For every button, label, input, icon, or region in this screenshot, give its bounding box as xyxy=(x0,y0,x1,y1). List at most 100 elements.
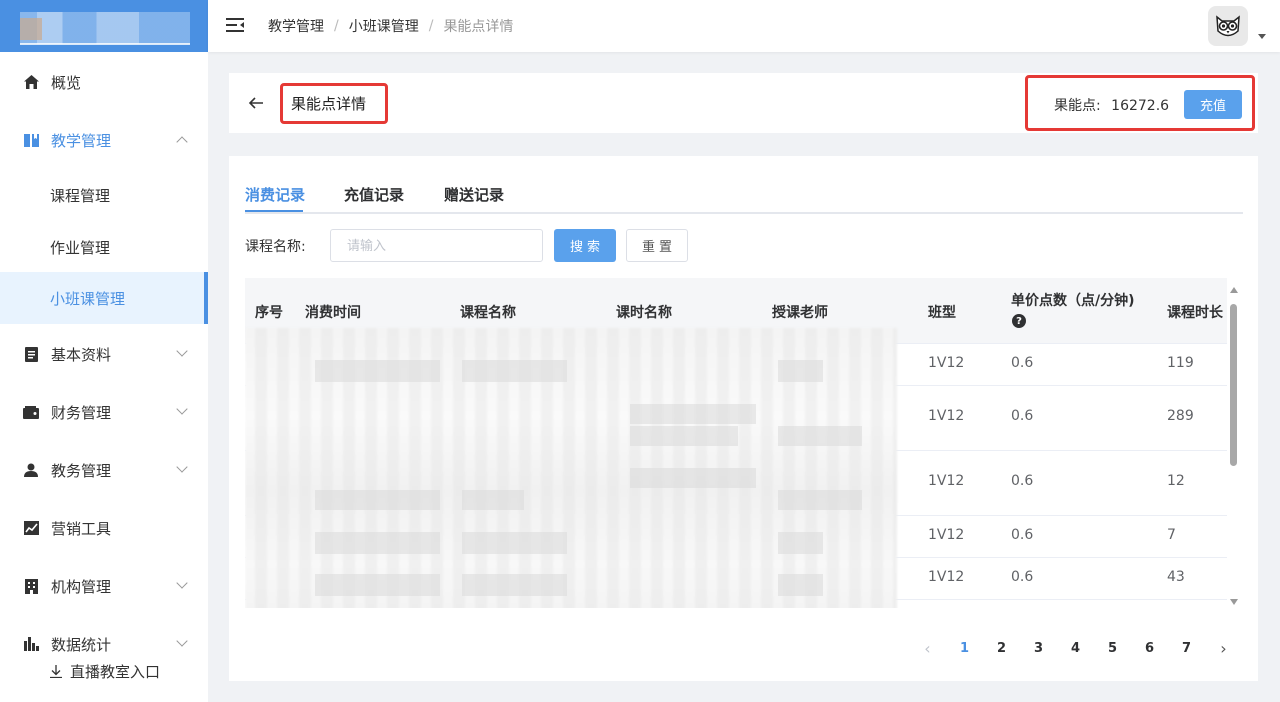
breadcrumb-item[interactable]: 小班课管理 xyxy=(349,16,419,36)
user-icon xyxy=(23,462,39,478)
balance-panel: 果能点: 16272.6 充值 xyxy=(1025,75,1255,131)
column-header: 课程名称 xyxy=(460,305,516,321)
next-page-icon[interactable]: › xyxy=(1205,639,1242,658)
search-button[interactable]: 搜索 xyxy=(554,229,616,262)
menu-toggle-icon[interactable] xyxy=(226,17,244,33)
help-icon[interactable]: ? xyxy=(1012,314,1026,328)
home-icon xyxy=(23,74,39,90)
page-number[interactable]: 1 xyxy=(946,641,983,656)
top-header: 教学管理 / 小班课管理 / 果能点详情 xyxy=(208,0,1280,52)
unit-price-cell: 0.6 xyxy=(1011,473,1034,489)
page-number[interactable]: 2 xyxy=(983,641,1020,656)
balance-label: 果能点: xyxy=(1054,98,1101,114)
chevron-down-icon xyxy=(176,635,188,647)
scroll-up-arrow-icon[interactable] xyxy=(1230,287,1238,293)
caret-down-icon[interactable] xyxy=(1258,34,1266,39)
document-icon xyxy=(23,346,39,362)
scroll-down-arrow-icon[interactable] xyxy=(1230,599,1238,605)
redacted-cell xyxy=(630,426,738,446)
sidebar-item-finance[interactable]: 财务管理 xyxy=(0,384,208,440)
unit-price-cell: 0.6 xyxy=(1011,408,1034,424)
class-type-cell: 1V12 xyxy=(928,527,965,543)
duration-cell: 43 xyxy=(1167,569,1185,585)
course-name-input[interactable] xyxy=(330,229,543,262)
redacted-cell xyxy=(315,574,440,596)
redacted-cell xyxy=(630,468,756,488)
page-title: 果能点详情 xyxy=(280,83,388,124)
redacted-cell xyxy=(630,404,756,424)
page-number[interactable]: 7 xyxy=(1168,641,1205,656)
page-number[interactable]: 5 xyxy=(1094,641,1131,656)
sidebar-item-organization[interactable]: 机构管理 xyxy=(0,558,208,614)
tab-consumption[interactable]: 消费记录 xyxy=(245,184,305,205)
pagination: ‹ 1 2 3 4 5 6 7 › xyxy=(909,636,1242,660)
sidebar-subitem-course[interactable]: 课程管理 xyxy=(0,169,208,221)
balance-value: 16272.6 xyxy=(1111,98,1170,114)
avatar[interactable] xyxy=(1208,6,1248,46)
trend-chart-icon xyxy=(23,520,39,536)
redacted-cell xyxy=(778,426,862,446)
unit-price-cell: 0.6 xyxy=(1011,527,1034,543)
class-type-cell: 1V12 xyxy=(928,473,965,489)
redacted-cell xyxy=(315,490,440,510)
page-number[interactable]: 6 xyxy=(1131,641,1168,656)
breadcrumb-current: 果能点详情 xyxy=(443,19,514,35)
book-icon xyxy=(23,132,39,148)
bar-chart-icon xyxy=(23,636,39,652)
column-header: 班型 xyxy=(928,305,956,321)
tab-recharge[interactable]: 充值记录 xyxy=(344,184,404,205)
sidebar-item-basic-info[interactable]: 基本资料 xyxy=(0,326,208,382)
column-header: 课程时长 xyxy=(1167,305,1223,321)
wallet-icon xyxy=(23,404,39,420)
logo-underline xyxy=(20,43,190,45)
duration-cell: 12 xyxy=(1167,473,1185,489)
vertical-scrollbar[interactable] xyxy=(1230,304,1237,466)
column-header: 课时名称 xyxy=(616,305,672,321)
breadcrumb-item[interactable]: 教学管理 xyxy=(268,16,324,36)
redacted-cell xyxy=(778,532,823,554)
sidebar-item-academic[interactable]: 教务管理 xyxy=(0,442,208,498)
reset-button[interactable]: 重置 xyxy=(626,229,688,262)
records-card: 消费记录 充值记录 赠送记录 课程名称: 搜索 重置 序号 消费时间 课程名称 … xyxy=(229,156,1258,681)
logo-image xyxy=(20,12,190,44)
sidebar-item-label: 数据统计 xyxy=(51,635,112,654)
sidebar-item-teaching[interactable]: 教学管理 xyxy=(0,112,208,168)
page-number[interactable]: 4 xyxy=(1057,641,1094,656)
breadcrumb: 教学管理 / 小班课管理 / 果能点详情 xyxy=(268,0,513,52)
sidebar-subitem-small-class[interactable]: 小班课管理 xyxy=(0,272,208,324)
title-card: 果能点详情 果能点: 16272.6 充值 xyxy=(229,73,1258,133)
recharge-button[interactable]: 充值 xyxy=(1184,90,1242,119)
sidebar-item-label: 基本资料 xyxy=(51,345,112,364)
live-classroom-link[interactable]: 直播教室入口 xyxy=(50,661,160,682)
building-icon xyxy=(23,578,39,594)
balance-display: 果能点: 16272.6 xyxy=(1054,95,1169,115)
class-type-cell: 1V12 xyxy=(928,569,965,585)
redacted-cell xyxy=(462,360,567,382)
sidebar-item-label: 财务管理 xyxy=(51,403,112,422)
chevron-up-icon xyxy=(176,136,188,148)
duration-cell: 7 xyxy=(1167,527,1176,543)
consumption-table: 序号 消费时间 课程名称 课时名称 授课老师 班型 单价点数（点/分钟) ? 课… xyxy=(245,278,1227,608)
back-arrow-icon[interactable] xyxy=(247,94,265,112)
sidebar-item-overview[interactable]: 概览 xyxy=(0,54,208,110)
duration-cell: 289 xyxy=(1167,408,1194,424)
redacted-cell xyxy=(462,490,524,510)
tab-gift[interactable]: 赠送记录 xyxy=(444,184,504,205)
sidebar-item-label: 教学管理 xyxy=(51,131,112,150)
chevron-down-icon xyxy=(176,461,188,473)
logo[interactable] xyxy=(0,0,208,52)
sidebar-item-label: 机构管理 xyxy=(51,577,112,596)
sidebar-item-marketing[interactable]: 营销工具 xyxy=(0,500,208,556)
breadcrumb-separator: / xyxy=(334,18,339,34)
class-type-cell: 1V12 xyxy=(928,408,965,424)
chevron-down-icon xyxy=(176,403,188,415)
chevron-down-icon xyxy=(176,345,188,357)
live-classroom-label: 直播教室入口 xyxy=(70,663,161,681)
tab-bar: 消费记录 充值记录 赠送记录 xyxy=(245,174,1243,214)
sidebar-subitem-homework[interactable]: 作业管理 xyxy=(0,221,208,273)
tab-active-indicator xyxy=(245,210,303,212)
page-number[interactable]: 3 xyxy=(1020,641,1057,656)
prev-page-icon[interactable]: ‹ xyxy=(909,639,946,658)
unit-price-cell: 0.6 xyxy=(1011,355,1034,371)
unit-price-cell: 0.6 xyxy=(1011,569,1034,585)
